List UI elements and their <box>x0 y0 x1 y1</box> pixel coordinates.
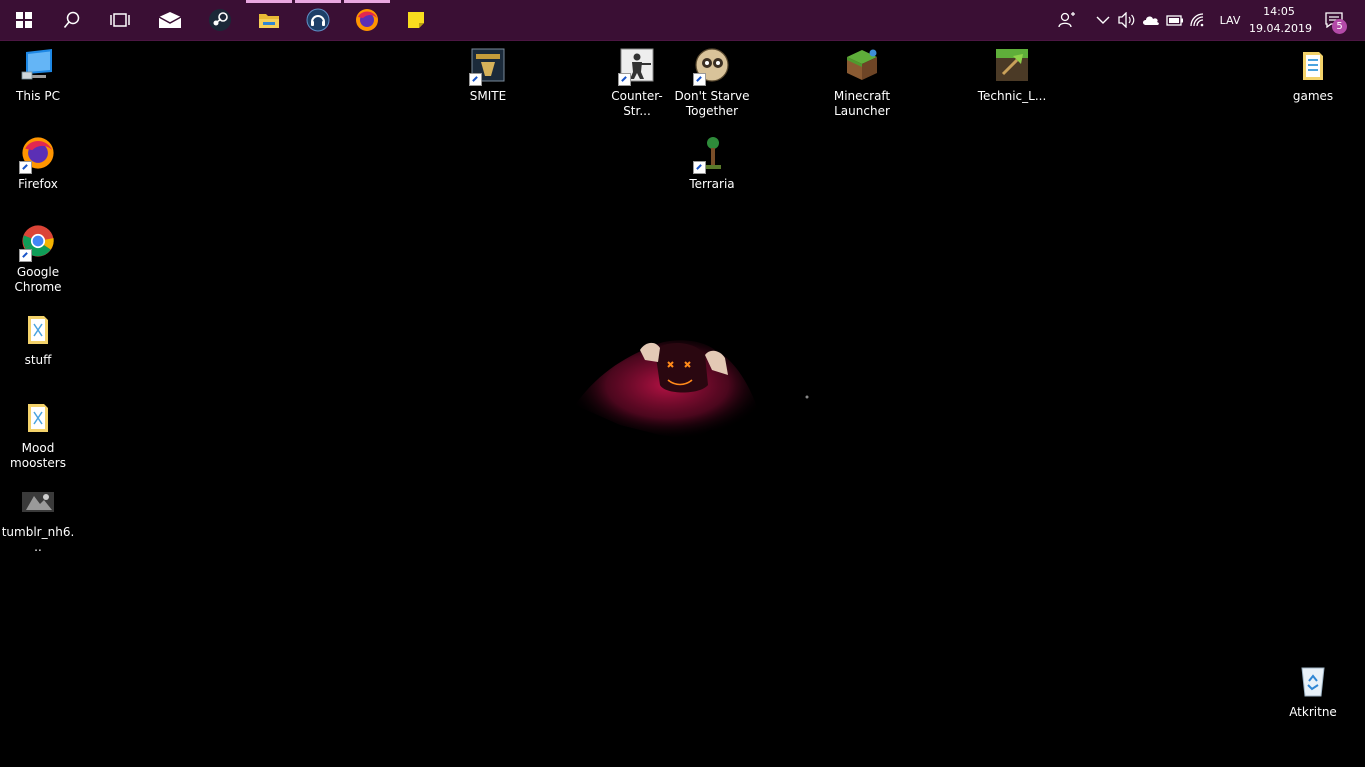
desktop-icon-label: stuff <box>24 353 52 367</box>
desktop-icon-dont-starve-together[interactable]: Don't Starve Together <box>674 48 750 119</box>
mail-button[interactable] <box>146 0 194 40</box>
firefox-icon <box>356 9 378 31</box>
desktop-icon-label: Minecraft Launcher <box>833 89 891 118</box>
onedrive-button[interactable] <box>1140 0 1162 40</box>
desktop-icon-technic-launcher[interactable]: Technic_L... <box>974 48 1050 104</box>
task-view-button[interactable] <box>96 0 144 40</box>
task-view-icon <box>110 13 130 27</box>
desktop-icon-label: tumblr_nh6... <box>1 525 75 554</box>
people-icon <box>1058 12 1075 28</box>
wifi-icon <box>1190 13 1204 27</box>
desktop-icon-label: Atkritne <box>1289 705 1337 719</box>
wifi-button[interactable] <box>1188 0 1210 40</box>
speaker-icon <box>1118 12 1135 28</box>
desktop-icon-label: This PC <box>16 89 60 103</box>
search-icon <box>63 11 80 29</box>
language-label: LAV <box>1219 13 1241 27</box>
folder-icon <box>259 14 279 28</box>
recycle-bin-icon <box>1301 667 1325 697</box>
desktop-icon-label: Firefox <box>18 177 58 191</box>
desktop-icon-label: Counter-Str... <box>611 89 663 118</box>
desktop-icon-label: SMITE <box>469 89 507 103</box>
shortcut-arrow-icon <box>693 161 706 174</box>
folder-icon <box>28 404 48 432</box>
clock[interactable]: 14:05 19.04.2019 <box>1249 3 1312 37</box>
teamspeak-button[interactable] <box>294 0 342 40</box>
headset-icon <box>306 8 330 32</box>
windows-logo-icon <box>16 12 32 28</box>
computer-icon <box>21 49 52 80</box>
start-button[interactable] <box>0 0 48 40</box>
shortcut-arrow-icon <box>469 73 482 86</box>
desktop-icon-tumblr[interactable]: tumblr_nh6... <box>0 490 76 555</box>
desktop-icon-smite[interactable]: SMITE <box>450 48 526 104</box>
file-explorer-button[interactable] <box>245 0 293 40</box>
desktop-icon-terraria[interactable]: Terraria <box>674 136 750 192</box>
clock-time: 14:05 <box>1263 5 1295 18</box>
technic-launcher-icon <box>996 49 1028 81</box>
show-hidden-icons-button[interactable] <box>1092 0 1114 40</box>
desktop-icon-label: Technic_L... <box>977 89 1047 103</box>
desktop-icon-recycle-bin[interactable]: Atkritne <box>1275 664 1351 720</box>
desktop-icon-label: Google Chrome <box>14 265 62 294</box>
battery-button[interactable] <box>1164 0 1186 40</box>
desktop-icon-label: Mood moosters <box>10 441 66 470</box>
desktop-icon-label: games <box>1292 89 1334 103</box>
desktop-icon-label: Terraria <box>689 177 735 191</box>
image-thumbnail-icon <box>22 492 54 512</box>
folder-icon <box>28 316 48 344</box>
wallpaper-figure <box>560 300 810 475</box>
volume-button[interactable] <box>1116 0 1138 40</box>
cloud-icon <box>1143 16 1159 25</box>
desktop-icon-minecraft-launcher[interactable]: Minecraft Launcher <box>824 48 900 119</box>
steam-icon <box>209 9 231 31</box>
shortcut-arrow-icon <box>693 73 706 86</box>
desktop-icon-games[interactable]: games <box>1275 48 1351 104</box>
desktop-icon-label: Don't Starve Together <box>674 89 750 118</box>
sticky-note-icon <box>408 12 424 28</box>
desktop-icon-this-pc[interactable]: This PC <box>0 48 76 104</box>
shortcut-arrow-icon <box>618 73 631 86</box>
chevron-up-icon <box>1096 16 1110 24</box>
desktop-icon-google-chrome[interactable]: Google Chrome <box>0 224 76 295</box>
shortcut-arrow-icon <box>19 249 32 262</box>
clock-date: 19.04.2019 <box>1249 22 1312 35</box>
desktop-icon-mood-moosters[interactable]: Mood moosters <box>0 400 76 471</box>
people-button[interactable] <box>1056 0 1078 40</box>
grass-block-icon <box>847 49 877 80</box>
steam-button[interactable] <box>196 0 244 40</box>
taskbar: LAV 14:05 19.04.2019 5 <box>0 0 1365 41</box>
sticky-notes-button[interactable] <box>392 0 440 40</box>
mail-icon <box>158 12 182 28</box>
firefox-taskbar-button[interactable] <box>343 0 391 40</box>
input-language-button[interactable]: LAV <box>1214 0 1246 40</box>
battery-icon <box>1166 15 1183 26</box>
shortcut-arrow-icon <box>19 161 32 174</box>
folder-icon <box>1303 52 1323 80</box>
desktop-icon-stuff[interactable]: stuff <box>0 312 76 368</box>
desktop-icon-counter-strike[interactable]: Counter-Str... <box>599 48 675 119</box>
notification-count-badge: 5 <box>1332 19 1347 34</box>
desktop-icon-firefox[interactable]: Firefox <box>0 136 76 192</box>
search-button[interactable] <box>48 0 96 40</box>
